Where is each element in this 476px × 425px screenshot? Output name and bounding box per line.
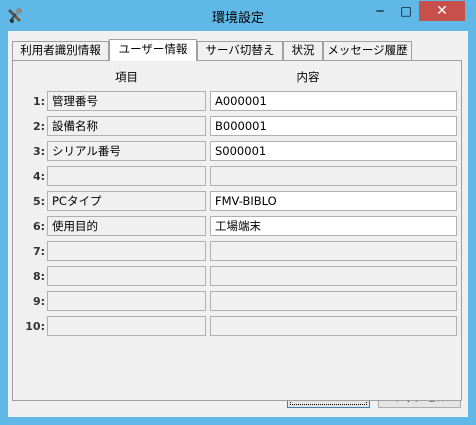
row-number: 9: xyxy=(32,295,45,308)
content-value-field xyxy=(210,266,457,286)
title-bar[interactable]: 環境設定 ─ □ ✕ xyxy=(0,0,476,31)
tab-server-switch[interactable]: サーバ切替え xyxy=(197,41,283,60)
item-label-field: シリアル番号 xyxy=(47,141,206,161)
content-value-field[interactable]: S000001 xyxy=(210,141,457,161)
user-info-panel: 項目 内容 1: 管理番号 A000001 2: 設備名称 B000001 3:… xyxy=(12,60,462,401)
row-number: 1: xyxy=(32,95,45,108)
column-header-content: 内容 xyxy=(296,70,320,84)
item-label-field xyxy=(47,291,206,311)
item-label-field: 管理番号 xyxy=(47,91,206,111)
content-value-field xyxy=(210,166,457,186)
row-number: 7: xyxy=(32,245,45,258)
row-number: 8: xyxy=(32,270,45,283)
row-number: 3: xyxy=(32,145,45,158)
row-number: 4: xyxy=(32,170,45,183)
tab-status[interactable]: 状況 xyxy=(283,41,323,60)
item-label-field xyxy=(47,266,206,286)
tab-user-info[interactable]: ユーザー情報 xyxy=(109,39,197,61)
item-label-field xyxy=(47,241,206,261)
minimize-button[interactable]: ─ xyxy=(367,1,393,21)
content-value-field[interactable]: B000001 xyxy=(210,116,457,136)
item-label-field: 設備名称 xyxy=(47,116,206,136)
item-label-field: 使用目的 xyxy=(47,216,206,236)
row-number: 5: xyxy=(32,195,45,208)
settings-window: 環境設定 ─ □ ✕ 利用者識別情報 ユーザー情報 サーバ切替え 状況 メッセー… xyxy=(0,0,476,425)
row-number: 6: xyxy=(32,220,45,233)
column-header-item: 項目 xyxy=(115,70,138,84)
close-button[interactable]: ✕ xyxy=(419,1,465,21)
tab-user-identification[interactable]: 利用者識別情報 xyxy=(12,41,109,60)
row-number: 10: xyxy=(25,320,45,333)
content-value-field xyxy=(210,241,457,261)
item-label-field xyxy=(47,166,206,186)
content-value-field[interactable]: A000001 xyxy=(210,91,457,111)
content-value-field xyxy=(210,291,457,311)
dialog-client-area: 利用者識別情報 ユーザー情報 サーバ切替え 状況 メッセージ履歴 項目 内容 1… xyxy=(8,31,468,417)
item-label-field: PCタイプ xyxy=(47,191,206,211)
content-value-field[interactable]: FMV-BIBLO xyxy=(210,191,457,211)
row-number: 2: xyxy=(32,120,45,133)
content-value-field[interactable]: 工場端末 xyxy=(210,216,457,236)
item-label-field xyxy=(47,316,206,336)
tab-message-history[interactable]: メッセージ履歴 xyxy=(323,41,412,60)
maximize-button[interactable]: □ xyxy=(393,1,419,21)
content-value-field xyxy=(210,316,457,336)
